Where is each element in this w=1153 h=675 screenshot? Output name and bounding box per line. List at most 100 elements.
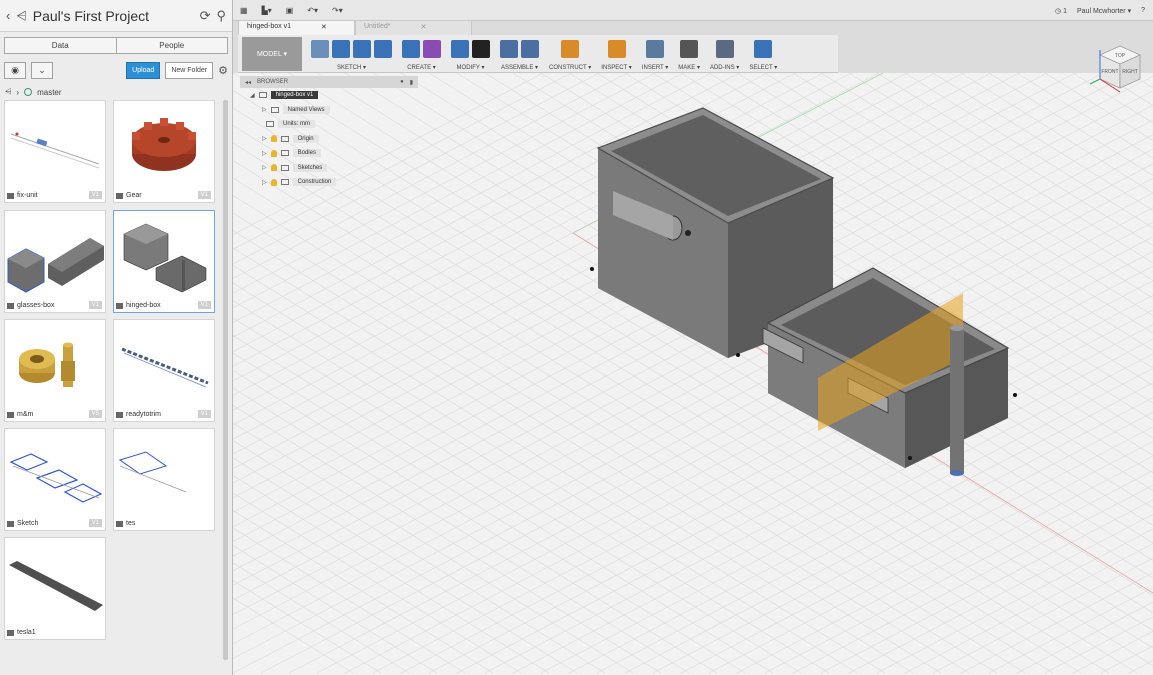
browser-node[interactable]: ▷ Named Views <box>240 103 418 118</box>
upload-button[interactable]: Upload <box>126 62 161 79</box>
visibility-bulb-icon[interactable] <box>270 164 277 172</box>
view-cube[interactable]: TOP FRONT RIGHT <box>1085 40 1145 100</box>
browser-options-icon[interactable]: ● <box>400 79 404 85</box>
browser-node[interactable]: ▷ Sketches <box>240 161 418 176</box>
browser-node[interactable]: ◢ hinged-box v1 <box>240 88 418 103</box>
toolbar-group-sketch[interactable]: SKETCH ▾ <box>306 35 397 71</box>
tool-icon[interactable] <box>607 40 626 58</box>
toolbar-group-add-ins[interactable]: ADD-INS ▾ <box>705 35 744 71</box>
toolbar-group-construct[interactable]: CONSTRUCT ▾ <box>544 35 596 71</box>
expand-arrow-icon[interactable]: ▷ <box>262 164 267 171</box>
toolbar-group-create[interactable]: CREATE ▾ <box>397 35 446 71</box>
tool-icon[interactable] <box>402 40 420 58</box>
design-thumbnail-mm[interactable]: m&m V5 <box>4 319 106 422</box>
workspace-switcher[interactable]: MODEL ▾ <box>242 37 302 71</box>
search-icon[interactable]: ⚲ <box>216 8 226 24</box>
visibility-bulb-icon[interactable] <box>270 135 277 143</box>
design-thumbnail-tesla1[interactable]: tesla1 <box>4 537 106 640</box>
expand-arrow-icon[interactable]: ▷ <box>262 135 267 142</box>
tool-icon[interactable] <box>353 40 371 58</box>
toolbar-group-label[interactable]: MAKE ▾ <box>678 64 700 71</box>
browser-node[interactable]: Units: mm <box>240 117 418 132</box>
browser-node[interactable]: ▷ Origin <box>240 132 418 147</box>
item-name: readytotrim <box>126 411 162 418</box>
toolbar-group-label[interactable]: ADD-INS ▾ <box>710 64 739 71</box>
item-name: tesla1 <box>17 629 36 636</box>
tab-data[interactable]: Data <box>5 38 116 53</box>
design-thumbnail-readytotrim[interactable]: readytotrim V1 <box>113 319 215 422</box>
expanded-arrow-icon[interactable]: ◢ <box>250 92 255 99</box>
design-thumbnail-hinged-box[interactable]: hinged-box V1 <box>113 210 215 313</box>
redo-icon[interactable]: ↷▾ <box>325 6 350 15</box>
visibility-bulb-icon[interactable] <box>270 149 277 157</box>
tool-icon[interactable] <box>500 40 518 58</box>
save-icon[interactable]: ▣ <box>279 6 301 15</box>
hinge-pin[interactable] <box>950 328 964 473</box>
chevron-right-icon: › <box>16 87 20 97</box>
tool-icon[interactable] <box>374 40 392 58</box>
expand-arrow-icon[interactable]: ▷ <box>262 179 267 186</box>
close-icon[interactable]: ✕ <box>321 23 327 33</box>
toolbar-group-label[interactable]: SKETCH ▾ <box>337 64 366 71</box>
tool-icon[interactable] <box>472 40 490 58</box>
toolbar-group-assemble[interactable]: ASSEMBLE ▾ <box>495 35 544 71</box>
tool-icon[interactable] <box>680 40 699 58</box>
toolbar-group-modify[interactable]: MODIFY ▾ <box>446 35 495 71</box>
expand-arrow-icon[interactable]: ▷ <box>262 106 267 113</box>
browser-node[interactable]: ▷ Bodies <box>240 146 418 161</box>
browser-node[interactable]: ▷ Construction <box>240 175 418 190</box>
toolbar-group-label[interactable]: INSPECT ▾ <box>601 64 632 71</box>
tool-groups: SKETCH ▾ CREATE ▾ MODIFY ▾ ASSEMBLE ▾ CONSTR… <box>306 35 782 71</box>
view-toggle-button[interactable]: ◉ <box>4 62 26 79</box>
visibility-bulb-icon[interactable] <box>270 178 277 186</box>
view-dropdown-button[interactable]: ⌄ <box>31 62 53 79</box>
close-icon[interactable]: ✕ <box>420 23 426 33</box>
toolbar-group-insert[interactable]: INSERT ▾ <box>637 35 673 71</box>
tool-icon[interactable] <box>754 40 773 58</box>
tool-icon[interactable] <box>332 40 350 58</box>
toolbar-group-label[interactable]: CREATE ▾ <box>407 64 436 71</box>
thumbnail-scrollbar[interactable] <box>223 100 228 660</box>
toolbar-group-label[interactable]: SELECT ▾ <box>749 64 777 71</box>
browser-header[interactable]: ◂◂ BROWSER ● ▮ <box>240 76 418 88</box>
job-status-icon[interactable]: ◷ 1 <box>1055 7 1067 15</box>
branch-name[interactable]: master <box>37 88 61 97</box>
tab-people[interactable]: People <box>115 38 227 53</box>
toolbar-group-label[interactable]: INSERT ▾ <box>642 64 668 71</box>
design-thumbnail-glasses-box[interactable]: glasses-box V1 <box>4 210 106 313</box>
toolbar-group-label[interactable]: MODIFY ▾ <box>457 64 485 71</box>
refresh-icon[interactable]: ⟳ <box>200 8 211 24</box>
design-file-icon <box>116 302 123 309</box>
gear-icon[interactable]: ⚙ <box>218 64 228 77</box>
tab-hinged-box[interactable]: hinged-box v1 ✕ <box>238 20 355 35</box>
tool-icon[interactable] <box>646 40 665 58</box>
design-thumbnail-gear[interactable]: Gear V1 <box>113 100 215 203</box>
undo-icon[interactable]: ↶▾ <box>300 6 325 15</box>
grid-menu-icon[interactable]: ▦ <box>233 6 255 15</box>
toolbar-group-inspect[interactable]: INSPECT ▾ <box>596 35 637 71</box>
file-menu-icon[interactable]: ▙▾ <box>255 6 279 15</box>
tool-icon[interactable] <box>715 40 734 58</box>
project-hierarchy-icon[interactable]: ⩤ <box>16 8 26 24</box>
help-icon[interactable]: ? <box>1141 7 1145 14</box>
tool-icon[interactable] <box>561 40 580 58</box>
toolbar-group-label[interactable]: ASSEMBLE ▾ <box>501 64 538 71</box>
new-folder-button[interactable]: New Folder <box>165 62 214 79</box>
tab-untitled[interactable]: Untitled* ✕ <box>355 20 472 35</box>
collapse-icon[interactable]: ◂◂ <box>245 79 251 86</box>
design-thumbnail-fix-unit[interactable]: fix-unit V1 <box>4 100 106 203</box>
back-arrow-icon[interactable]: ‹ <box>6 8 10 23</box>
user-menu[interactable]: Paul Mcwhorter ▾ <box>1077 7 1131 15</box>
design-thumbnail-sketch[interactable]: Sketch V1 <box>4 428 106 531</box>
tool-icon[interactable] <box>311 40 329 58</box>
design-thumbnail-tes[interactable]: tes <box>113 428 215 531</box>
expand-arrow-icon[interactable]: ▷ <box>262 150 267 157</box>
tool-icon[interactable] <box>423 40 441 58</box>
tool-icon[interactable] <box>521 40 539 58</box>
toolbar-group-select[interactable]: SELECT ▾ <box>744 35 782 71</box>
browser-pin-icon[interactable]: ▮ <box>410 79 413 86</box>
browser-node-label: Named Views <box>282 105 330 114</box>
toolbar-group-make[interactable]: MAKE ▾ <box>673 35 705 71</box>
tool-icon[interactable] <box>451 40 469 58</box>
toolbar-group-label[interactable]: CONSTRUCT ▾ <box>549 64 591 71</box>
